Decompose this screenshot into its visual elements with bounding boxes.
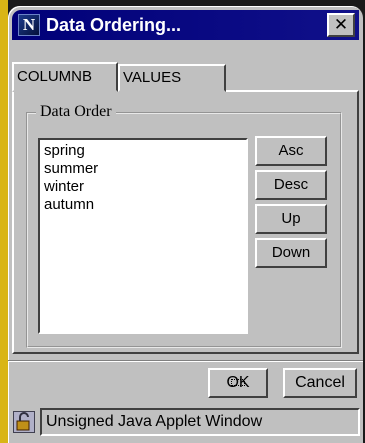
list-item[interactable]: autumn: [44, 196, 242, 214]
group-label: Data Order: [36, 103, 116, 121]
cancel-button[interactable]: Cancel: [283, 368, 357, 398]
padlock-icon: [13, 411, 35, 433]
title-bar[interactable]: N Data Ordering... ✕: [12, 10, 359, 40]
ok-button[interactable]: OK: [208, 368, 268, 398]
desktop-accent-strip: [0, 0, 8, 443]
window-title: Data Ordering...: [46, 15, 182, 35]
close-button[interactable]: ✕: [327, 13, 355, 37]
list-item[interactable]: winter: [44, 178, 242, 196]
tab-columnb[interactable]: COLUMNB: [12, 62, 118, 92]
footer-divider: [8, 360, 363, 362]
dialog-window: N Data Ordering... ✕ COLUMNB VALUES Data…: [8, 6, 363, 443]
down-button[interactable]: Down: [255, 238, 327, 268]
ok-button-label: OK: [226, 374, 250, 391]
list-item[interactable]: spring: [44, 142, 242, 160]
close-icon: ✕: [333, 15, 349, 34]
data-order-list[interactable]: spring summer winter autumn: [38, 138, 248, 334]
tab-values[interactable]: VALUES: [118, 64, 226, 92]
status-bar: Unsigned Java Applet Window: [10, 406, 361, 438]
data-order-group: Data Order spring summer winter autumn A…: [26, 103, 342, 348]
list-item[interactable]: summer: [44, 160, 242, 178]
asc-button[interactable]: Asc: [255, 136, 327, 166]
tab-panel: Data Order spring summer winter autumn A…: [12, 90, 359, 354]
up-button[interactable]: Up: [255, 204, 327, 234]
desc-button[interactable]: Desc: [255, 170, 327, 200]
status-text: Unsigned Java Applet Window: [40, 408, 360, 436]
netscape-n-icon: N: [18, 14, 40, 36]
